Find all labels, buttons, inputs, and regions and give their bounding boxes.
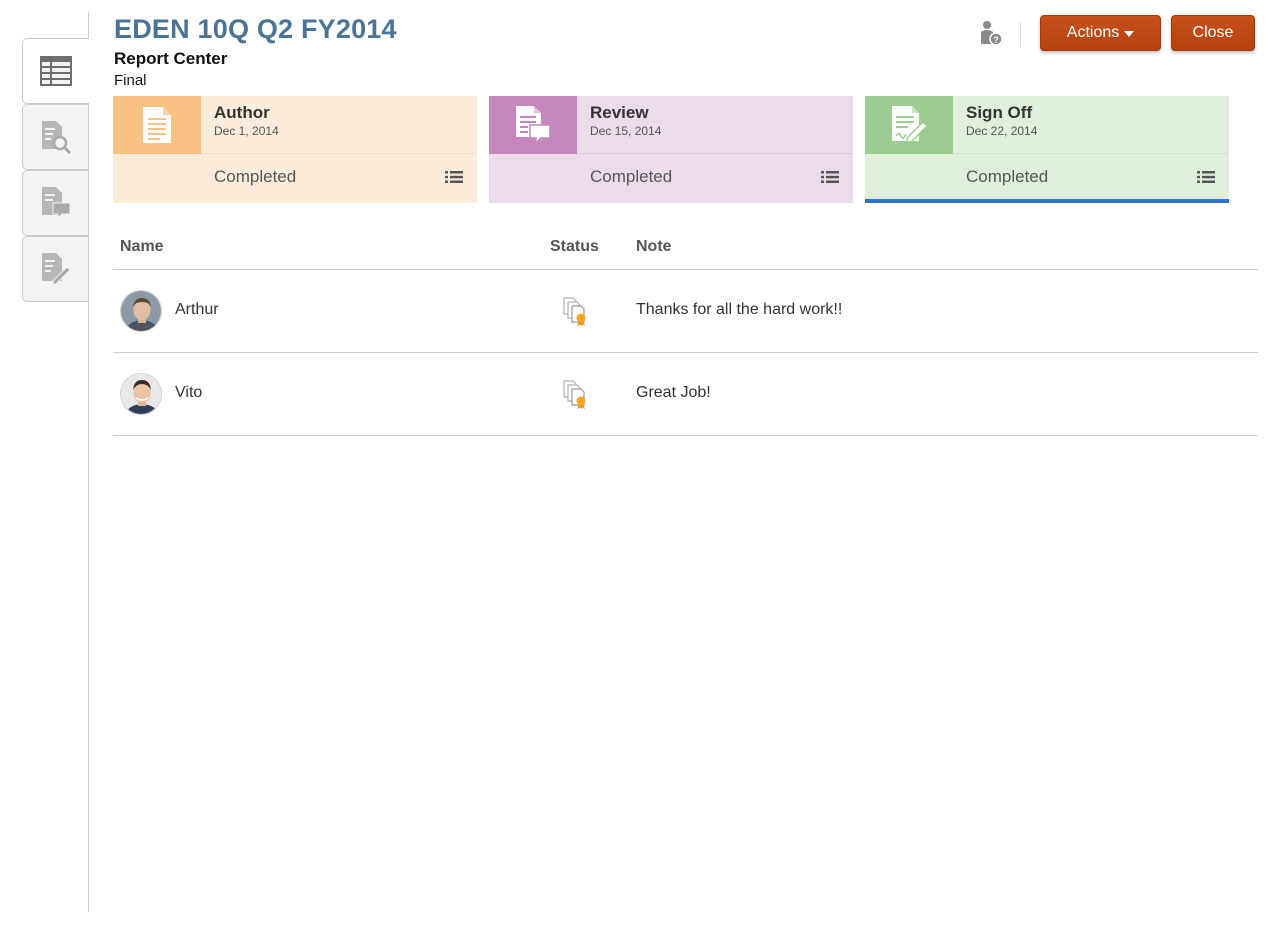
approved-certificate-icon [562,296,590,326]
phase-date: Dec 1, 2014 [214,124,279,138]
actions-button[interactable]: Actions [1040,15,1161,51]
document-sign-icon [41,253,71,285]
column-header-note[interactable]: Note [636,238,672,256]
tab-rail-border [88,12,89,912]
column-header-name[interactable]: Name [120,238,164,256]
table-row[interactable]: Vito Great Job! [113,353,1258,435]
phase-status: Completed [214,167,297,186]
avatar [120,290,162,332]
note-text: Thanks for all the hard work!! [636,301,843,318]
tab-overview[interactable] [22,38,89,104]
row-divider [113,435,1258,436]
user-help-icon[interactable]: ? [980,20,1004,46]
document-comment-icon [489,96,577,154]
approved-certificate-icon [562,379,590,409]
phase-divider [201,153,477,154]
caret-down-icon [1124,31,1135,37]
list-icon[interactable] [1197,170,1215,184]
page-title: EDEN 10Q Q2 FY2014 [114,14,397,44]
phase-name: Author [214,103,270,122]
tab-review-search[interactable] [22,104,88,170]
list-icon[interactable] [445,170,463,184]
phase-divider [577,153,853,154]
avatar [120,373,162,415]
phase-card-review[interactable]: Review Dec 15, 2014 Completed [489,96,853,203]
column-header-status[interactable]: Status [550,238,599,256]
user-name: Vito [175,384,203,401]
close-button[interactable]: Close [1171,15,1255,51]
svg-text:?: ? [993,35,999,45]
phase-date: Dec 15, 2014 [590,124,662,138]
phase-date: Dec 22, 2014 [966,124,1038,138]
grid-table-icon [40,56,72,86]
list-icon[interactable] [821,170,839,184]
report-status: Final [114,72,147,89]
tab-review-comments[interactable] [22,170,88,236]
note-text: Great Job! [636,384,711,401]
phase-status: Completed [590,167,673,186]
page-subtitle: Report Center [114,49,228,68]
phase-card-author[interactable]: Author Dec 1, 2014 Completed [113,96,477,203]
phase-name: Review [590,103,649,122]
document-comment-icon [41,187,70,220]
actions-button-label: Actions [1066,24,1120,41]
document-search-icon [41,121,71,155]
header-divider [1020,22,1021,46]
user-name: Arthur [175,301,219,318]
document-sign-icon [865,96,953,154]
phase-divider [953,153,1229,154]
tab-sign-off[interactable] [22,236,88,302]
table-row[interactable]: Arthur Thanks for all the hard work!! [113,270,1258,352]
phase-status: Completed [966,167,1049,186]
phase-name: Sign Off [966,103,1033,122]
document-icon [113,96,201,154]
phase-card-sign-off[interactable]: Sign Off Dec 22, 2014 Completed [865,96,1229,203]
